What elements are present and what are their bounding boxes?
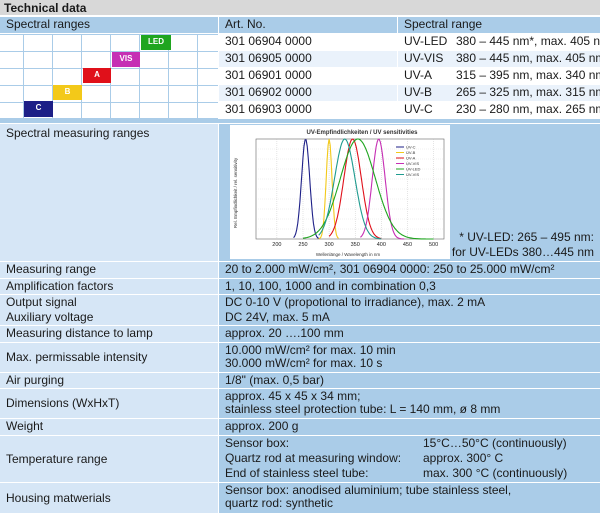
col-header-spectral-ranges: Spectral ranges [0,17,218,33]
chart-legend-label: UV-VIS [406,172,419,177]
product-spectral-range: UV-LED 380 – 445 nm*, max. 405 nm [398,34,600,50]
product-art-no: 301 06905 0000 [219,51,397,67]
spec-label-measuring-range: Measuring range [0,262,218,278]
page-title: Technical data [0,0,600,16]
col-header-art-no: Art. No. [219,17,397,33]
footnote-line-1: * UV-LED: 265 – 495 nm: [459,230,594,244]
spec-value-dimensions: approx. 45 x 45 x 34 mm; stainless steel … [219,389,600,418]
spec-value-air-purging: 1/8" (max. 0,5 bar) [219,373,600,388]
uv-led-footnote: * UV-LED: 265 – 495 nm: for UV-LEDs 380…… [440,230,594,260]
chart-legend-label: UV-B [406,150,416,155]
spec-value-aux-voltage: DC 24V, max. 5 mA [219,310,600,325]
spec-value-max-intensity: 10.000 mW/cm² for max. 10 min 30.000 mW/c… [219,343,600,372]
product-spectral-range: UV-A 315 – 395 nm, max. 340 nm [398,68,600,84]
product-art-no: 301 06901 0000 [219,68,397,84]
col-header-spectral-range: Spectral range [398,17,600,33]
spec-label-weight: Weight [0,419,218,435]
product-art-no: 301 06902 0000 [219,85,397,101]
badge-led: LED [141,35,171,50]
badge-a: A [83,68,111,83]
spec-value-measuring-distance: approx. 20 ….100 mm [219,326,600,342]
chart-legend-label: UV-VIS [406,161,419,166]
spec-label-temperature: Temperature range [0,436,218,482]
spectral-measuring-label: Spectral measuring ranges [0,124,218,261]
spec-label-max-intensity: Max. permissable intensity [0,343,218,372]
spec-value-weight: approx. 200 g [219,419,600,435]
technical-data-page: Technical data Spectral ranges Art. No. … [0,0,600,513]
spec-value-temperature: Sensor box: 15°C…50°C (continuously) Quar… [219,436,600,482]
spec-label-aux-voltage: Auxiliary voltage [0,310,218,325]
chart-x-tick-label: 200 [272,242,281,248]
chart-x-tick-label: 400 [377,242,386,248]
chart-legend-label: UV-LED [406,167,421,172]
chart-title: UV-Empfindlichkeiten / UV sensitivities [306,130,418,136]
chart-legend-label: UV-A [406,156,416,161]
spec-label-air-purging: Air purging [0,373,218,388]
product-art-no: 301 06904 0000 [219,34,397,50]
product-art-no: 301 06903 0000 [219,102,397,118]
product-spectral-range: UV-B 265 – 325 nm, max. 315 nm [398,85,600,101]
chart-legend-label: UV-C [406,145,416,150]
chart-x-axis-label: Wellenlänge / Wavelength in nm [316,252,381,257]
spec-label-amplification: Amplification factors [0,279,218,294]
chart-x-tick-label: 300 [325,242,334,248]
badge-b: B [53,85,82,100]
badge-vis: VIS [112,52,140,67]
spectral-sensitivity-chart: UV-Empfindlichkeiten / UV sensitivities … [230,125,450,259]
chart-y-axis-label: Rel. Empfindlichkeit / rel. sensitivity [233,157,238,228]
spec-value-output-signal: DC 0-10 V (propotional to irradiance), m… [219,295,600,310]
product-spectral-range: UV-VIS 380 – 445 nm, max. 405 nm [398,51,600,67]
spec-label-output-signal: Output signal [0,295,218,310]
product-spectral-range: UV-C 230 – 280 nm, max. 265 nm [398,102,600,118]
spec-value-housing: Sensor box: anodised aluminium; tube sta… [219,483,600,513]
spec-label-dimensions: Dimensions (WxHxT) [0,389,218,418]
footnote-line-2: for UV-LEDs 380…445 nm [451,245,594,259]
chart-x-tick-label: 450 [403,242,412,248]
spec-label-measuring-distance: Measuring distance to lamp [0,326,218,342]
chart-x-tick-label: 500 [429,242,438,248]
section-divider [0,119,600,123]
badge-c: C [24,101,53,117]
spec-value-measuring-range: 20 to 2.000 mW/cm², 301 06904 0000: 250 … [219,262,600,278]
chart-x-tick-label: 350 [351,242,360,248]
spec-label-housing: Housing matwerials [0,483,218,513]
spec-value-amplification: 1, 10, 100, 1000 and in combination 0,3 [219,279,600,294]
chart-x-tick-label: 250 [298,242,307,248]
